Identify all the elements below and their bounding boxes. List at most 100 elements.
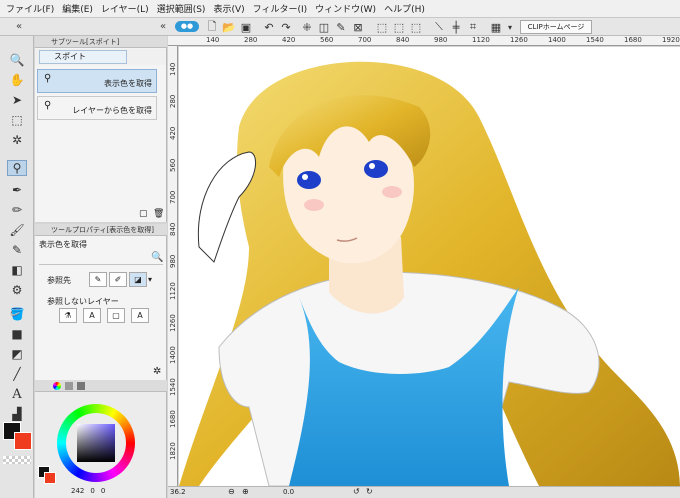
brightness-value: 0 bbox=[100, 487, 106, 495]
gradient-tool-icon[interactable]: ■ bbox=[7, 326, 27, 342]
menu-window[interactable]: ウィンドウ(W) bbox=[315, 2, 376, 15]
zoom-tool-icon[interactable]: 🔍 bbox=[7, 52, 27, 68]
display-icon[interactable]: ▦ bbox=[489, 20, 503, 34]
divider bbox=[39, 264, 163, 265]
rotate-right-icon[interactable]: ↻ bbox=[366, 487, 373, 496]
text-tool-icon[interactable]: A bbox=[7, 386, 27, 402]
color-wheel-tab-icon[interactable] bbox=[53, 382, 61, 390]
deselect-icon[interactable]: ⬚ bbox=[375, 20, 389, 34]
color-set-tab-icon[interactable] bbox=[65, 382, 73, 390]
search-icon[interactable]: 🔍 bbox=[151, 252, 163, 263]
invert-selection-icon[interactable]: ⬚ bbox=[392, 20, 406, 34]
new-subtool-icon[interactable]: ▢ bbox=[139, 209, 148, 219]
hue-value: 242 bbox=[71, 487, 85, 495]
open-file-icon[interactable]: 📂 bbox=[222, 20, 236, 34]
hue-ring[interactable] bbox=[57, 404, 135, 482]
ruler-left-tick: 1120 bbox=[169, 282, 177, 300]
ruler-top-tick: 140 bbox=[206, 36, 220, 44]
color-slider-tab-icon[interactable] bbox=[77, 382, 85, 390]
save-icon[interactable]: ▣ bbox=[239, 20, 253, 34]
move-tool-icon[interactable]: ✋ bbox=[7, 72, 27, 88]
small-sub-color-swatch[interactable] bbox=[44, 472, 56, 484]
subtool-item-label: レイヤーから色を取得 bbox=[72, 106, 152, 115]
collapse-panel-icon[interactable]: « bbox=[160, 18, 174, 36]
menu-help[interactable]: ヘルプ(H) bbox=[384, 2, 425, 15]
reference-label: 参照先 bbox=[47, 276, 71, 285]
reference-layer-icon[interactable]: ✎ bbox=[89, 272, 107, 287]
menu-filter[interactable]: フィルター(I) bbox=[253, 2, 308, 15]
chevron-down-icon[interactable]: ▾ bbox=[148, 275, 152, 284]
ruler-left-tick: 280 bbox=[169, 94, 177, 108]
ruler-top: 140 280 420 560 700 840 980 1120 1260 1400 1540 168… bbox=[168, 36, 680, 46]
eraser-tool-icon[interactable]: ◧ bbox=[7, 262, 27, 278]
snap-grid-icon[interactable]: ╪ bbox=[449, 20, 463, 34]
menu-selection[interactable]: 選択範囲(S) bbox=[157, 2, 206, 15]
eyedropper-tool-icon[interactable]: ⚲ bbox=[7, 160, 27, 176]
canvas[interactable] bbox=[179, 47, 680, 486]
magic-wand-icon[interactable]: ✲ bbox=[7, 132, 27, 148]
object-tool-icon[interactable]: ➤ bbox=[7, 92, 27, 108]
blend-tool-icon[interactable]: ⚙ bbox=[7, 282, 27, 298]
ruler-left-tick: 1260 bbox=[169, 314, 177, 332]
exclude-text-icon[interactable]: A bbox=[83, 308, 101, 323]
undo-icon[interactable]: ↶ bbox=[262, 20, 276, 34]
chevron-down-icon[interactable]: ▾ bbox=[503, 20, 517, 34]
eyedropper-icon: ⚲ bbox=[44, 100, 52, 111]
line-tool-icon[interactable]: ╱ bbox=[7, 366, 27, 382]
menu-edit[interactable]: 編集(E) bbox=[62, 2, 93, 15]
ruler-top-tick: 420 bbox=[282, 36, 296, 44]
subtool-footer: ▢ 🗑 bbox=[35, 208, 167, 222]
saturation-value-square[interactable] bbox=[77, 424, 115, 462]
snap-ruler-icon[interactable]: ⟍ bbox=[432, 20, 446, 34]
tool-strip: 🔍 ✋ ➤ ⬚ ✲ ⚲ ✒ ✏ 🖌 ✎ ◧ ⚙ 🪣 ■ ◩ ╱ A ▟ bbox=[0, 36, 34, 498]
clip-home-button[interactable]: CLIPホームページ bbox=[520, 20, 592, 34]
reference-settings-icon[interactable]: ◪ bbox=[129, 272, 147, 287]
subtool-item-display-color[interactable]: ⚲ 表示色を取得 bbox=[37, 69, 157, 93]
new-file-icon[interactable]: 🗋 bbox=[205, 20, 219, 34]
fill-icon[interactable]: ✎ bbox=[334, 20, 348, 34]
ruler-top-tick: 980 bbox=[434, 36, 448, 44]
reference-pen-icon[interactable]: ✐ bbox=[109, 272, 127, 287]
settings-gear-icon[interactable]: ✲ bbox=[153, 366, 161, 377]
logo-badge[interactable]: ●● bbox=[175, 21, 199, 32]
subtool-tab-eyedropper[interactable]: スポイト bbox=[39, 50, 127, 64]
collapse-left-icon[interactable]: « bbox=[2, 18, 36, 36]
ruler-left-tick: 700 bbox=[169, 190, 177, 204]
exclude-draft-icon[interactable]: A bbox=[131, 308, 149, 323]
delete-subtool-icon[interactable]: 🗑 bbox=[153, 209, 164, 219]
redo-icon[interactable]: ↷ bbox=[279, 20, 293, 34]
transparent-color-swatch[interactable] bbox=[3, 456, 31, 464]
pen-tool-icon[interactable]: ✒ bbox=[7, 182, 27, 198]
ruler-top-tick: 1680 bbox=[624, 36, 642, 44]
figure-tool-icon[interactable]: ◩ bbox=[7, 346, 27, 362]
ruler-top-tick: 1260 bbox=[510, 36, 528, 44]
scale-icon[interactable]: ⊠ bbox=[351, 20, 365, 34]
menu-view[interactable]: 表示(V) bbox=[213, 2, 244, 15]
pencil-tool-icon[interactable]: ✏ bbox=[7, 202, 27, 218]
menu-layer[interactable]: レイヤー(L) bbox=[101, 2, 149, 15]
tool-property-panel: ツールプロパティ[表示色を取得] 表示色を取得 🔍 参照先 ✎ ✐ ◪ ▾ 参照… bbox=[35, 224, 167, 380]
rotate-left-icon[interactable]: ↺ bbox=[353, 487, 360, 496]
sub-color-swatch[interactable] bbox=[14, 432, 32, 450]
zoom-in-icon[interactable]: ⊕ bbox=[242, 487, 249, 496]
ruler-left-tick: 420 bbox=[169, 126, 177, 140]
fill-tool-icon[interactable]: 🪣 bbox=[7, 306, 27, 322]
balloon-tool-icon[interactable]: ▟ bbox=[7, 406, 27, 422]
airbrush-tool-icon[interactable]: ✎ bbox=[7, 242, 27, 258]
zoom-value: 36.2 bbox=[170, 488, 186, 496]
transform-icon[interactable]: ⁜ bbox=[300, 20, 314, 34]
snap-special-icon[interactable]: ⌗ bbox=[466, 20, 480, 34]
tool-property-header: ツールプロパティ[表示色を取得] bbox=[35, 224, 167, 236]
zoom-out-icon[interactable]: ⊖ bbox=[228, 487, 235, 496]
angle-value: 0.0 bbox=[283, 488, 295, 496]
brush-tool-icon[interactable]: 🖌 bbox=[7, 222, 27, 238]
clear-icon[interactable]: ◫ bbox=[317, 20, 331, 34]
subtool-item-layer-color[interactable]: ⚲ レイヤーから色を取得 bbox=[37, 96, 157, 120]
ruler-left-tick: 1400 bbox=[169, 346, 177, 364]
selection-icon[interactable]: ⬚ bbox=[409, 20, 423, 34]
exclude-layer-1-icon[interactable]: ⚗ bbox=[59, 308, 77, 323]
ruler-left: 140 280 420 560 700 840 980 1120 1260 1400 1540 168… bbox=[168, 46, 178, 486]
menu-file[interactable]: ファイル(F) bbox=[6, 2, 54, 15]
exclude-paper-icon[interactable]: ▢ bbox=[107, 308, 125, 323]
select-tool-icon[interactable]: ⬚ bbox=[7, 112, 27, 128]
